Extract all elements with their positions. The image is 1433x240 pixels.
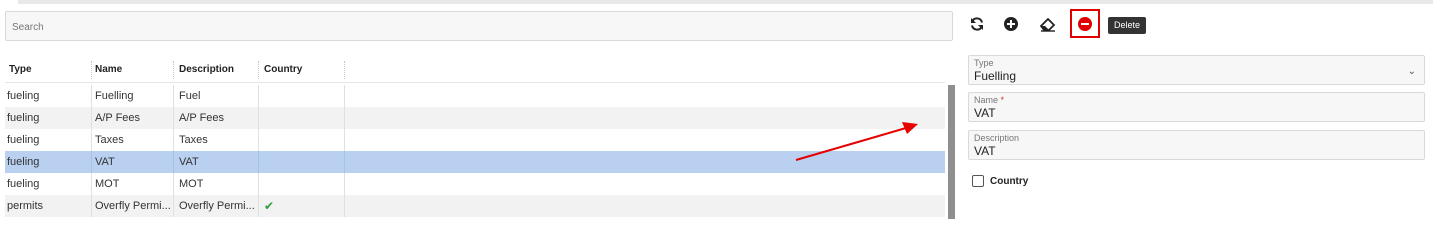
column-header-name[interactable]: Name	[95, 57, 122, 83]
cell-description: Fuel	[179, 90, 201, 102]
cell-divider	[344, 195, 345, 217]
cell-divider	[258, 85, 259, 107]
cell-divider	[91, 151, 92, 173]
search-input[interactable]	[6, 12, 952, 40]
cell-divider	[173, 107, 174, 129]
cell-name: VAT	[95, 156, 115, 168]
add-button[interactable]	[1000, 13, 1022, 35]
add-circle-icon	[1004, 17, 1018, 31]
name-field[interactable]: Name * VAT	[968, 92, 1425, 122]
cell-name: Taxes	[95, 134, 124, 146]
cell-description: A/P Fees	[179, 112, 225, 124]
cell-description: Overfly Permi...	[179, 200, 255, 212]
type-select[interactable]: Type Fuelling ⌄	[968, 55, 1425, 85]
grid-header: Type Name Description Country	[5, 57, 945, 83]
column-resize-handle[interactable]	[258, 61, 259, 79]
cell-type: fueling	[7, 178, 40, 190]
cell-description: Taxes	[179, 134, 208, 146]
cell-name: MOT	[95, 178, 120, 190]
cell-divider	[344, 107, 345, 129]
required-marker: *	[1000, 95, 1005, 105]
cell-divider	[344, 151, 345, 173]
cell-divider	[173, 151, 174, 173]
cell-divider	[91, 173, 92, 195]
type-value: Fuelling	[974, 69, 1017, 83]
cell-divider	[91, 85, 92, 107]
table-row[interactable]: fueling MOT MOT	[5, 173, 945, 195]
cell-divider	[91, 129, 92, 151]
cell-type: fueling	[7, 134, 40, 146]
cell-divider	[258, 107, 259, 129]
column-header-country[interactable]: Country	[264, 57, 302, 83]
delete-tooltip: Delete	[1108, 17, 1147, 34]
cell-divider	[258, 129, 259, 151]
description-value: VAT	[974, 144, 996, 158]
cell-country: ✔	[264, 199, 275, 213]
cell-divider	[91, 195, 92, 217]
eraser-icon	[1039, 17, 1056, 32]
cell-divider	[258, 151, 259, 173]
cell-name: Overfly Permi...	[95, 200, 171, 212]
cell-divider	[258, 173, 259, 195]
cell-divider	[344, 129, 345, 151]
table-row[interactable]: fueling Fuelling Fuel	[5, 85, 945, 107]
description-field[interactable]: Description VAT	[968, 130, 1425, 160]
top-divider	[18, 0, 1433, 4]
refresh-button[interactable]	[966, 13, 988, 35]
country-checkbox[interactable]	[972, 175, 984, 187]
cell-type: fueling	[7, 112, 40, 124]
cell-type: fueling	[7, 156, 40, 168]
cell-name: Fuelling	[95, 90, 134, 102]
cell-divider	[173, 129, 174, 151]
column-resize-handle[interactable]	[91, 61, 92, 79]
cell-divider	[173, 85, 174, 107]
cell-name: A/P Fees	[95, 112, 141, 124]
country-checkbox-label: Country	[990, 176, 1029, 187]
name-label: Name *	[974, 95, 1005, 105]
chevron-down-icon: ⌄	[1407, 66, 1416, 77]
cell-divider	[344, 173, 345, 195]
cell-divider	[173, 195, 174, 217]
cell-type: permits	[7, 200, 44, 212]
cell-divider	[91, 107, 92, 129]
cell-description: MOT	[179, 178, 204, 190]
description-label: Description	[974, 133, 1020, 143]
column-header-type[interactable]: Type	[9, 57, 32, 83]
search-box[interactable]	[5, 11, 953, 41]
clear-button[interactable]	[1037, 13, 1059, 35]
column-resize-handle[interactable]	[173, 61, 174, 79]
cell-description: VAT	[179, 156, 199, 168]
cell-divider	[344, 85, 345, 107]
refresh-icon	[971, 17, 983, 31]
column-resize-handle[interactable]	[344, 61, 345, 79]
annotation-arrow	[795, 122, 918, 161]
vertical-scrollbar[interactable]	[948, 85, 955, 219]
column-header-description[interactable]: Description	[179, 57, 234, 83]
type-label: Type	[974, 58, 994, 68]
delete-highlight-box	[1070, 9, 1100, 38]
cell-type: fueling	[7, 90, 40, 102]
table-row[interactable]: permits Overfly Permi... Overfly Permi..…	[5, 195, 945, 217]
cell-divider	[173, 173, 174, 195]
cell-divider	[258, 195, 259, 217]
name-value: VAT	[974, 106, 996, 120]
